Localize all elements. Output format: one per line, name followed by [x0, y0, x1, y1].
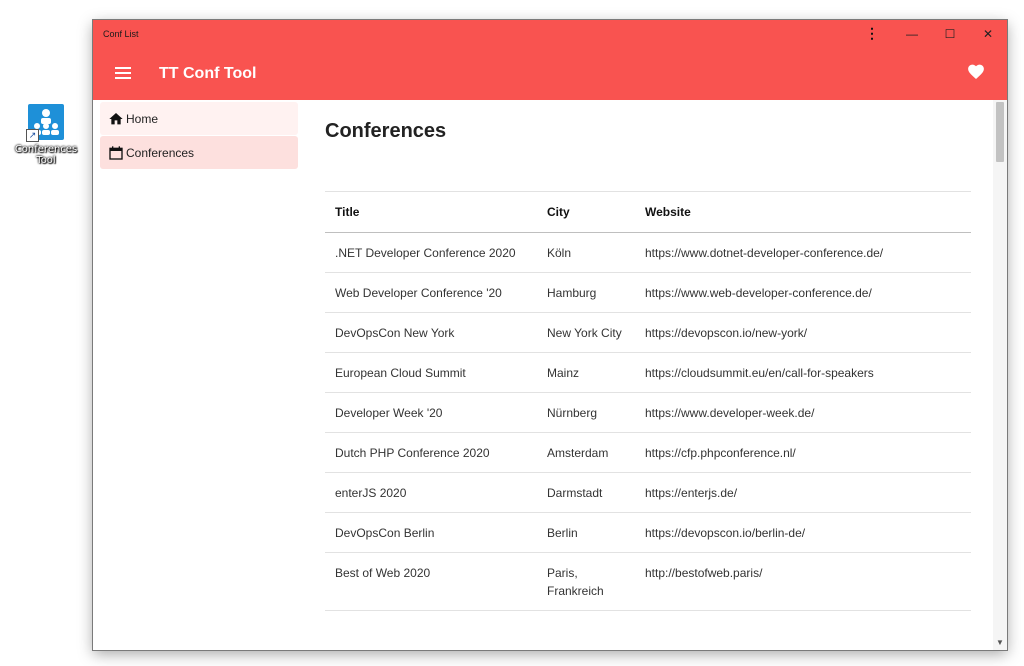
- table-row[interactable]: DevOpsCon New York New York City https:/…: [325, 312, 971, 353]
- column-header-website: Website: [635, 191, 971, 233]
- conference-city: Nürnberg: [537, 392, 635, 433]
- conference-title: Best of Web 2020: [325, 552, 537, 611]
- app-window: Conf List ⋮ — ☐ ✕ TT Conf Tool Home Conf…: [93, 20, 1007, 650]
- table-row[interactable]: Dutch PHP Conference 2020 Amsterdam http…: [325, 432, 971, 473]
- sidebar-item-conferences[interactable]: Conferences: [100, 136, 298, 169]
- app-bar: TT Conf Tool: [93, 48, 1007, 100]
- maximize-button[interactable]: ☐: [931, 20, 969, 48]
- table-row[interactable]: European Cloud Summit Mainz https://clou…: [325, 352, 971, 393]
- column-header-title: Title: [325, 191, 537, 233]
- conferences-table: Title City Website .NET Developer Confer…: [325, 191, 971, 611]
- conference-city: Amsterdam: [537, 432, 635, 473]
- window-titlebar[interactable]: Conf List ⋮ — ☐ ✕: [93, 20, 1007, 48]
- scroll-down-arrow-icon[interactable]: ▼: [996, 638, 1004, 647]
- conference-city: Mainz: [537, 352, 635, 393]
- sidebar-item-label: Conferences: [126, 145, 195, 160]
- conference-website: http://bestofweb.paris/: [635, 552, 971, 611]
- conference-website: https://cfp.phpconference.nl/: [635, 432, 971, 473]
- conference-website: https://cloudsummit.eu/en/call-for-speak…: [635, 352, 971, 393]
- sidebar-item-label: Home: [126, 111, 159, 126]
- sidebar-item-home[interactable]: Home: [100, 102, 298, 135]
- page-title: Conferences: [325, 120, 447, 142]
- conference-website: https://enterjs.de/: [635, 472, 971, 513]
- conference-city: Hamburg: [537, 272, 635, 313]
- close-button[interactable]: ✕: [969, 20, 1007, 48]
- conference-title: enterJS 2020: [325, 472, 537, 513]
- conference-city: New York City: [537, 312, 635, 353]
- shortcut-arrow-icon: ↗: [26, 129, 39, 142]
- window-title: Conf List: [103, 29, 139, 39]
- conference-website: https://www.web-developer-conference.de/: [635, 272, 971, 313]
- conference-website: https://www.dotnet-developer-conference.…: [635, 232, 971, 273]
- conference-title: DevOpsCon Berlin: [325, 512, 537, 553]
- scrollbar-thumb[interactable]: [996, 102, 1004, 162]
- conferences-tool-icon: ↗: [26, 104, 64, 142]
- table-row[interactable]: Web Developer Conference '20 Hamburg htt…: [325, 272, 971, 313]
- calendar-icon: [109, 145, 123, 160]
- table-header-row: Title City Website: [325, 191, 971, 233]
- main-content: Conferences Title City Website .NET Deve…: [298, 100, 993, 650]
- desktop-shortcut-conferences-tool[interactable]: ↗ Conferences Tool: [14, 104, 78, 166]
- table-row[interactable]: enterJS 2020 Darmstadt https://enterjs.d…: [325, 472, 971, 513]
- table-row[interactable]: Developer Week '20 Nürnberg https://www.…: [325, 392, 971, 433]
- conference-title: .NET Developer Conference 2020: [325, 232, 537, 273]
- conference-title: European Cloud Summit: [325, 352, 537, 393]
- minimize-button[interactable]: —: [893, 20, 931, 48]
- conference-title: DevOpsCon New York: [325, 312, 537, 353]
- table-row[interactable]: DevOpsCon Berlin Berlin https://devopsco…: [325, 512, 971, 553]
- sidebar: Home Conferences: [93, 100, 298, 650]
- conference-city: Köln: [537, 232, 635, 273]
- conference-website: https://devopscon.io/new-york/: [635, 312, 971, 353]
- conference-website: https://www.developer-week.de/: [635, 392, 971, 433]
- vertical-scrollbar[interactable]: ▼: [993, 100, 1007, 650]
- conference-website: https://devopscon.io/berlin-de/: [635, 512, 971, 553]
- table-row[interactable]: Best of Web 2020 Paris, Frankreich http:…: [325, 552, 971, 611]
- app-title: TT Conf Tool: [159, 65, 257, 82]
- home-icon: [109, 112, 123, 124]
- table-row[interactable]: .NET Developer Conference 2020 Köln http…: [325, 232, 971, 273]
- conference-title: Web Developer Conference '20: [325, 272, 537, 313]
- heart-icon[interactable]: [967, 63, 985, 85]
- conference-city: Paris, Frankreich: [537, 552, 635, 611]
- more-options-icon[interactable]: ⋮: [865, 25, 879, 42]
- conference-city: Darmstadt: [537, 472, 635, 513]
- conference-title: Dutch PHP Conference 2020: [325, 432, 537, 473]
- conference-city: Berlin: [537, 512, 635, 553]
- desktop-icon-label: Conferences Tool: [14, 144, 78, 166]
- menu-icon[interactable]: [115, 67, 131, 79]
- conference-title: Developer Week '20: [325, 392, 537, 433]
- column-header-city: City: [537, 191, 635, 233]
